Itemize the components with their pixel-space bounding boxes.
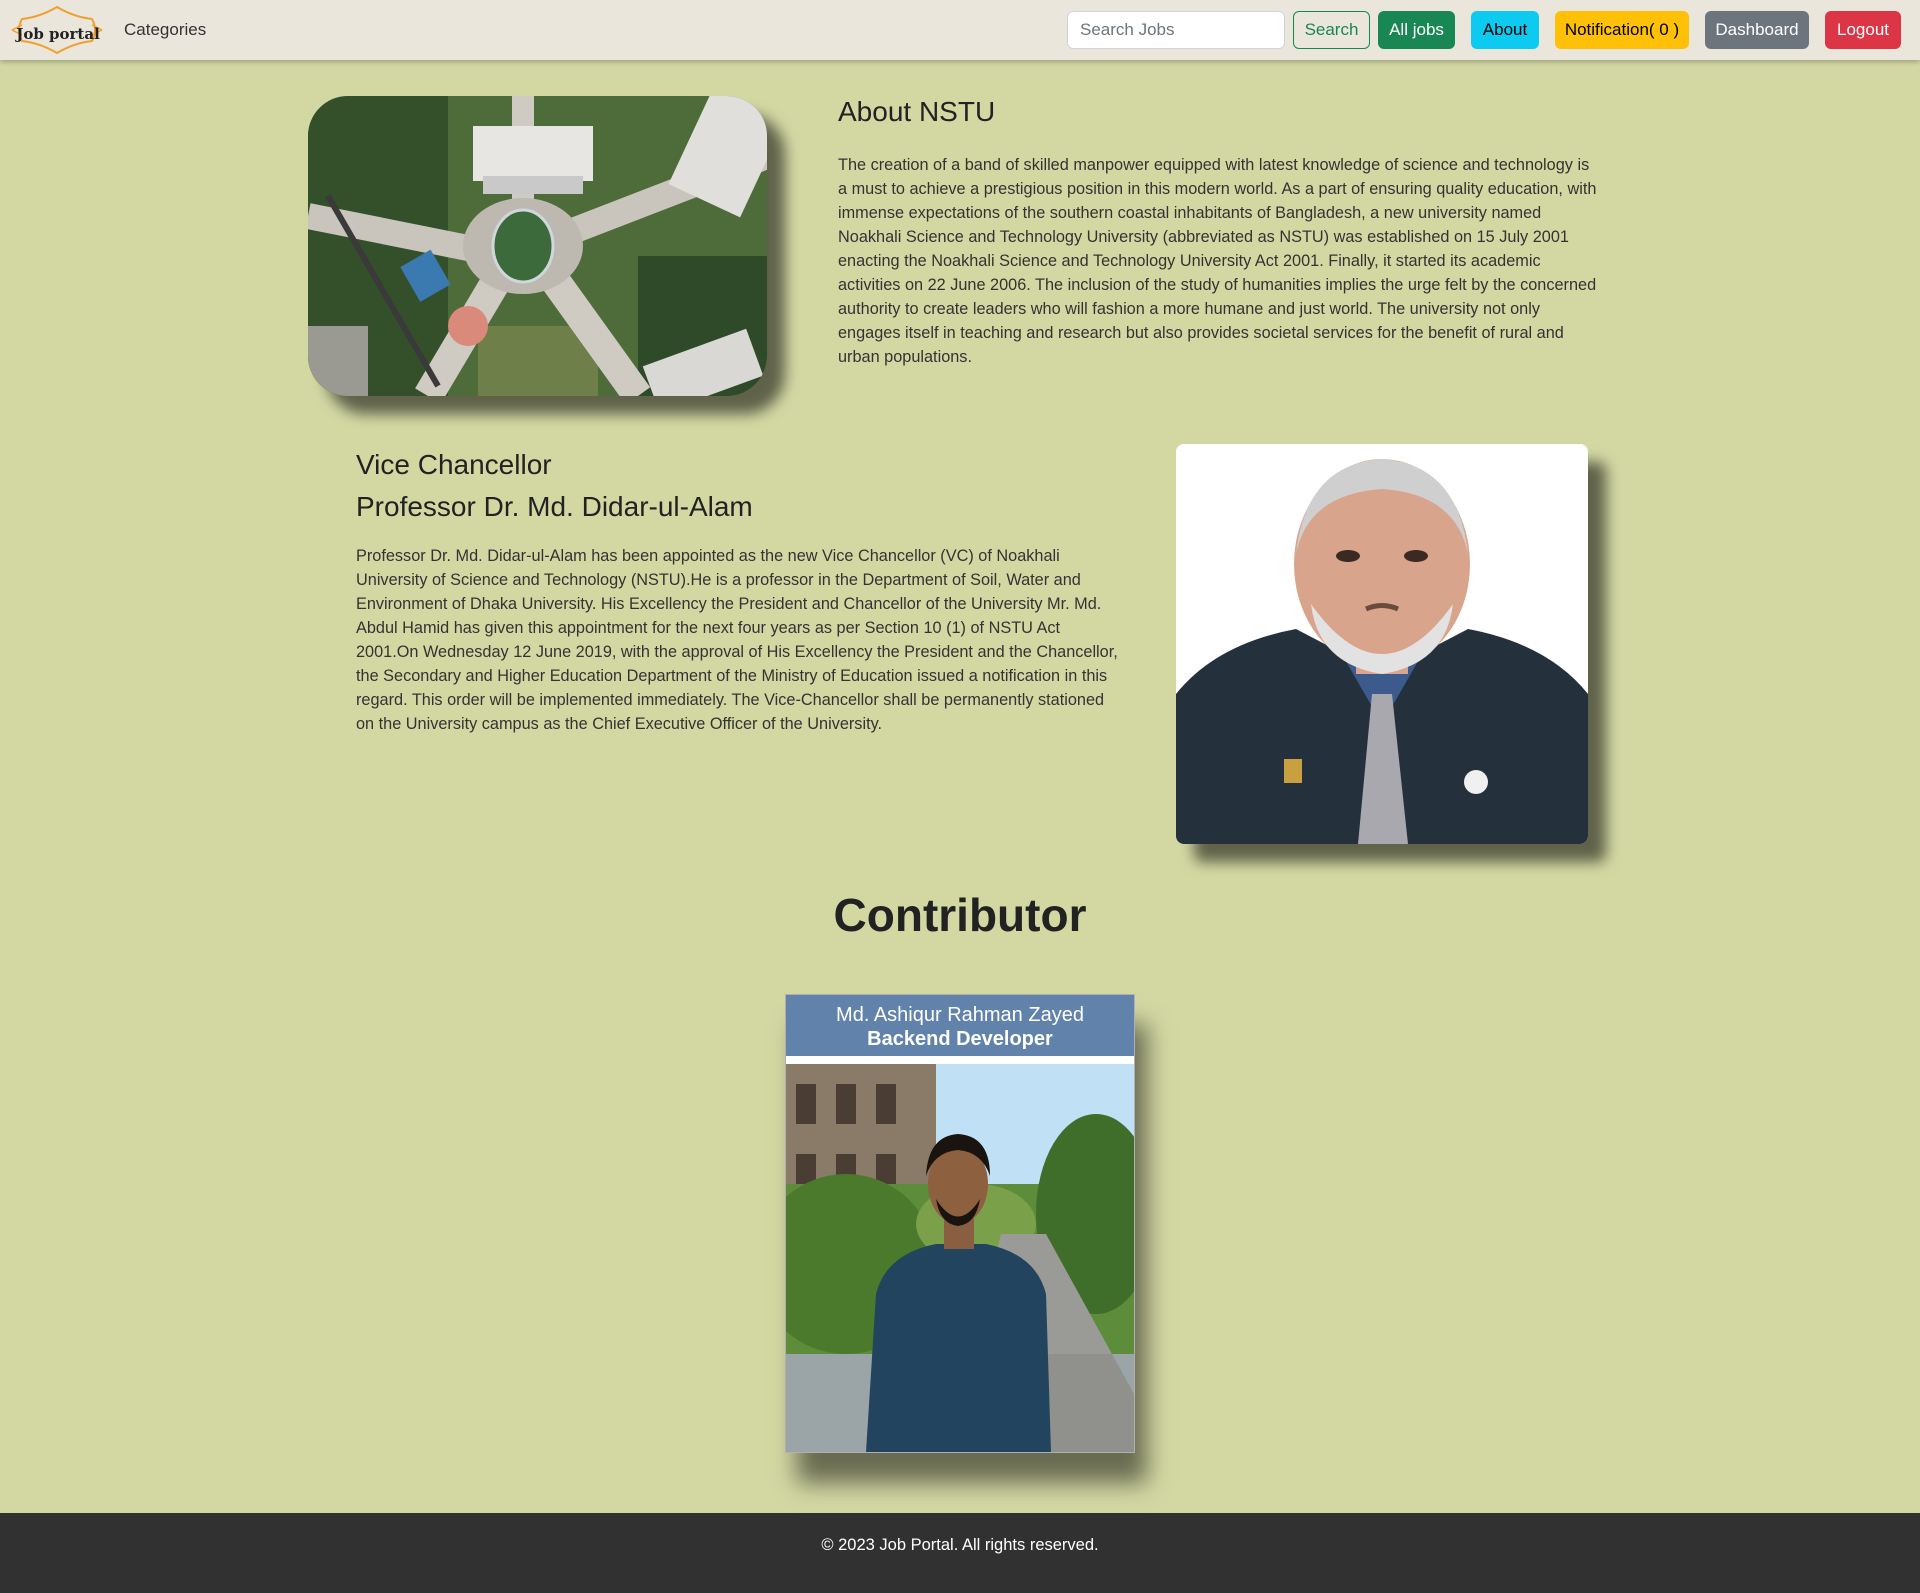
brand-logo[interactable]: Job portal: [8, 5, 106, 55]
contributor-name: Md. Ashiqur Rahman Zayed: [836, 1004, 1084, 1026]
footer-copyright: © 2023 Job Portal. All rights reserved.: [821, 1536, 1099, 1554]
contributor-card-header: Md. Ashiqur Rahman Zayed Backend Develop…: [786, 995, 1134, 1056]
vc-role: Vice Chancellor: [356, 449, 552, 480]
contributor-card: Md. Ashiqur Rahman Zayed Backend Develop…: [785, 994, 1135, 1453]
nav-categories[interactable]: Categories: [124, 20, 206, 40]
about-description: The creation of a band of skilled manpow…: [838, 156, 1597, 366]
vc-description: Professor Dr. Md. Didar-ul-Alam has been…: [356, 547, 1118, 733]
vc-heading: Vice Chancellor Professor Dr. Md. Didar-…: [356, 444, 753, 528]
notification-button[interactable]: Notification( 0 ): [1555, 11, 1689, 49]
campus-aerial-image: [308, 96, 767, 396]
all-jobs-button[interactable]: All jobs: [1378, 11, 1455, 49]
logout-button[interactable]: Logout: [1825, 11, 1901, 49]
vc-portrait: [1176, 444, 1588, 844]
about-title: About NSTU: [838, 96, 996, 127]
contributor-role: Backend Developer: [867, 1028, 1053, 1050]
contributor-photo: [786, 1064, 1134, 1452]
search-input[interactable]: [1067, 11, 1285, 49]
brand-text: Job portal: [16, 25, 100, 43]
vc-name: Professor Dr. Md. Didar-ul-Alam: [356, 491, 753, 522]
contributor-title: Contributor: [833, 889, 1087, 941]
footer: © 2023 Job Portal. All rights reserved.: [0, 1513, 1920, 1593]
navbar: Job portal Categories Search All jobs Ab…: [0, 0, 1920, 60]
search-button[interactable]: Search: [1293, 11, 1370, 49]
dashboard-button[interactable]: Dashboard: [1705, 11, 1809, 49]
about-button[interactable]: About: [1471, 11, 1539, 49]
